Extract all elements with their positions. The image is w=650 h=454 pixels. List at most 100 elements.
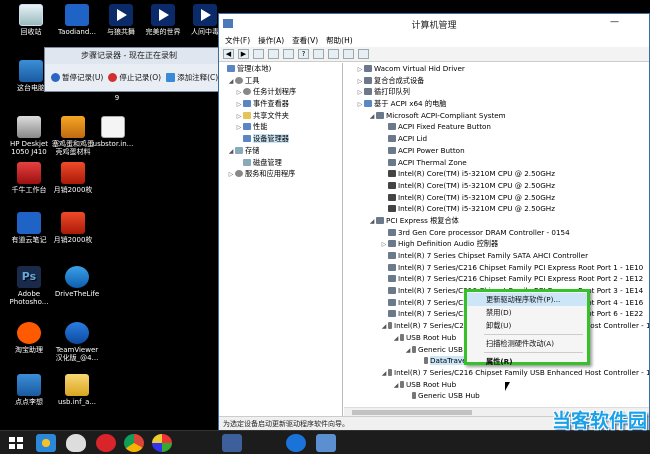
desktop-icon[interactable]: TeamViewer 汉化版_@4... xyxy=(54,322,100,362)
tree-item[interactable]: ACPI Fixed Feature Button xyxy=(344,121,649,133)
netease-music-icon[interactable] xyxy=(96,434,116,452)
desktop-icon[interactable]: 月销2000枚 xyxy=(50,162,96,194)
teamviewer-icon[interactable] xyxy=(286,434,306,452)
menu-item[interactable]: 查看(V) xyxy=(292,35,318,46)
desktop-icon[interactable]: 点点李想 xyxy=(6,374,52,406)
navigation-tree[interactable]: 管理(本地) ◢ 工具 ▷ 任务计划程序 ▷ 事件查看器 ▷ 共享文件夹 ▷ 性能 设备管理器 ◢ 存储磁… xyxy=(219,63,343,416)
context-menu-item[interactable]: 属性(R) xyxy=(467,355,587,368)
desktop-icon[interactable]: usbstor.in... xyxy=(90,116,136,148)
desktop-icon[interactable]: 千牛工作台 xyxy=(6,162,52,194)
chrome-icon[interactable] xyxy=(124,434,144,452)
360-icon[interactable] xyxy=(36,434,56,452)
tree-item-label: 3rd Gen Core processor DRAM Controller -… xyxy=(398,227,570,237)
refresh-icon[interactable] xyxy=(313,49,324,59)
context-menu-item[interactable]: 更新驱动程序软件(P)... xyxy=(467,293,587,306)
up-icon[interactable] xyxy=(253,49,264,59)
computer-management-icon[interactable] xyxy=(222,434,242,452)
tree-item[interactable]: ▷ High Definition Audio 控制器 xyxy=(344,238,649,250)
desktop-icon[interactable]: 完美的世界 xyxy=(140,4,186,36)
expand-toggle-icon[interactable]: ▷ xyxy=(227,169,235,181)
context-menu-item[interactable]: 禁用(D) xyxy=(467,306,587,319)
tree-item[interactable]: ▷ 基于 ACPI x64 的电脑 xyxy=(344,98,649,110)
tree-item[interactable]: ▷ 共享文件夹 xyxy=(219,110,342,122)
tree-item[interactable]: ◢ Microsoft ACPI-Compliant System xyxy=(344,110,649,122)
help-icon[interactable]: ? xyxy=(298,49,309,59)
tree-item[interactable]: ◢ PCI Express 根复合体 xyxy=(344,215,649,227)
desktop-icon[interactable]: 与狼共舞 xyxy=(98,4,144,36)
tree-item[interactable]: Intel(R) 7 Series/C216 Chipset Family PC… xyxy=(344,273,649,285)
desktop-icon[interactable]: DriveTheLife xyxy=(54,266,100,298)
desktop-icon[interactable]: Ps Adobe Photosho... xyxy=(6,266,52,306)
tree-item-label: 性能 xyxy=(253,122,268,132)
tree-item[interactable]: ◢ 工具 xyxy=(219,75,342,87)
pause-record-button[interactable]: 暂停记录(U) xyxy=(51,72,103,83)
tree-item[interactable]: ◢ 存储 xyxy=(219,145,342,157)
tree-item[interactable]: Generic USB Hub xyxy=(344,390,649,402)
desktop-icon[interactable]: 回收站 xyxy=(8,4,54,36)
tree-item-label: High Definition Audio 控制器 xyxy=(398,239,499,249)
desktop-icon-label: 淘宝助理 xyxy=(15,346,43,354)
desktop-icon-label: 与狼共舞 xyxy=(107,28,135,36)
desktop-icon[interactable]: 淘宝助理 xyxy=(6,322,52,354)
fox-icon[interactable] xyxy=(66,434,86,452)
desktop-icon-label: 点点李想 xyxy=(15,398,43,406)
tree-item[interactable]: ACPI Lid xyxy=(344,133,649,145)
paint-icon[interactable] xyxy=(152,434,172,452)
back-icon[interactable]: ◀ xyxy=(223,49,234,59)
forward-icon[interactable]: ▶ xyxy=(238,49,249,59)
stop-record-button[interactable]: 停止记录(O) xyxy=(108,72,161,83)
tree-item[interactable]: ◢ USB Root Hub xyxy=(344,379,649,391)
tree-item-label: USB Root Hub xyxy=(406,332,457,342)
tree-item[interactable]: 设备管理器 xyxy=(219,133,342,145)
start-button[interactable] xyxy=(6,434,26,452)
context-menu-item[interactable]: 扫描检测硬件改动(A) xyxy=(467,337,587,350)
update-driver-icon[interactable] xyxy=(328,49,339,59)
desktop-icon-label: 9 xyxy=(114,94,120,102)
tree-item[interactable]: ▷ 事件查看器 xyxy=(219,98,342,110)
tree-item[interactable]: Intel(R) 7 Series/C216 Chipset Family PC… xyxy=(344,262,649,274)
desktop-icon[interactable]: usb.inf_a... xyxy=(54,374,100,406)
tree-item[interactable]: ▷ Wacom Virtual Hid Driver xyxy=(344,63,649,75)
tree-item[interactable]: Intel(R) Core(TM) i5-3210M CPU @ 2.50GHz xyxy=(344,203,649,215)
tree-item-label: 复合合成式设备 xyxy=(374,75,425,85)
tree-item[interactable]: Intel(R) Core(TM) i5-3210M CPU @ 2.50GHz xyxy=(344,168,649,180)
tree-item[interactable]: 3rd Gen Core processor DRAM Controller -… xyxy=(344,227,649,239)
context-menu-item[interactable]: 卸载(U) xyxy=(467,319,587,332)
tree-item[interactable]: Intel(R) Core(TM) i5-3210M CPU @ 2.50GHz xyxy=(344,192,649,204)
tree-item[interactable]: ▷ 服务和应用程序 xyxy=(219,168,342,180)
desktop-icon-label: Adobe Photosho... xyxy=(9,290,49,306)
menu-item[interactable]: 文件(F) xyxy=(225,35,250,46)
tree-item[interactable]: ACPI Thermal Zone xyxy=(344,157,649,169)
steps-recorder-icon[interactable] xyxy=(316,434,336,452)
device-icon xyxy=(364,88,372,96)
desktop-icon[interactable]: Taodiand... xyxy=(54,4,100,36)
tree-item[interactable]: ▷ 循打印队列 xyxy=(344,86,649,98)
tree-item[interactable]: Intel(R) 7 Series Chipset Family SATA AH… xyxy=(344,250,649,262)
device-icon xyxy=(235,76,243,84)
scan-hardware-icon[interactable] xyxy=(358,49,369,59)
device-icon xyxy=(388,228,396,236)
properties-icon[interactable] xyxy=(283,49,294,59)
tree-item[interactable]: ▷ 性能 xyxy=(219,121,342,133)
show-hide-tree-icon[interactable] xyxy=(268,49,279,59)
tree-item[interactable]: Intel(R) Core(TM) i5-3210M CPU @ 2.50GHz xyxy=(344,180,649,192)
tree-item[interactable]: ◢Intel(R) 7 Series/C216 Chipset Family U… xyxy=(344,367,649,379)
menu-item[interactable]: 操作(A) xyxy=(258,35,284,46)
tree-item-label: 管理(本地) xyxy=(237,64,272,73)
menu-item[interactable]: 帮助(H) xyxy=(326,35,353,46)
mouse-cursor-icon xyxy=(505,382,510,391)
taskbar xyxy=(0,430,650,454)
desktop-icon[interactable]: HP Deskjet 1050 J410 xyxy=(6,116,52,156)
tree-item[interactable]: 管理(本地) xyxy=(219,63,342,75)
uninstall-icon[interactable] xyxy=(343,49,354,59)
tree-item[interactable]: ACPI Power Button xyxy=(344,145,649,157)
device-icon xyxy=(376,216,384,224)
tree-item-label: ACPI Lid xyxy=(398,134,428,144)
minimize-button[interactable]: — xyxy=(610,17,619,27)
tree-item[interactable]: ▷ 任务计划程序 xyxy=(219,86,342,98)
desktop-icon[interactable]: 有道云笔记 xyxy=(6,212,52,244)
add-comment-button[interactable]: 添加注释(C) xyxy=(166,72,218,83)
tree-item[interactable]: 磁盘管理 xyxy=(219,157,342,169)
tree-item[interactable]: ▷ 复合合成式设备 xyxy=(344,75,649,87)
desktop-icon[interactable]: 月销2000枚 xyxy=(50,212,96,244)
